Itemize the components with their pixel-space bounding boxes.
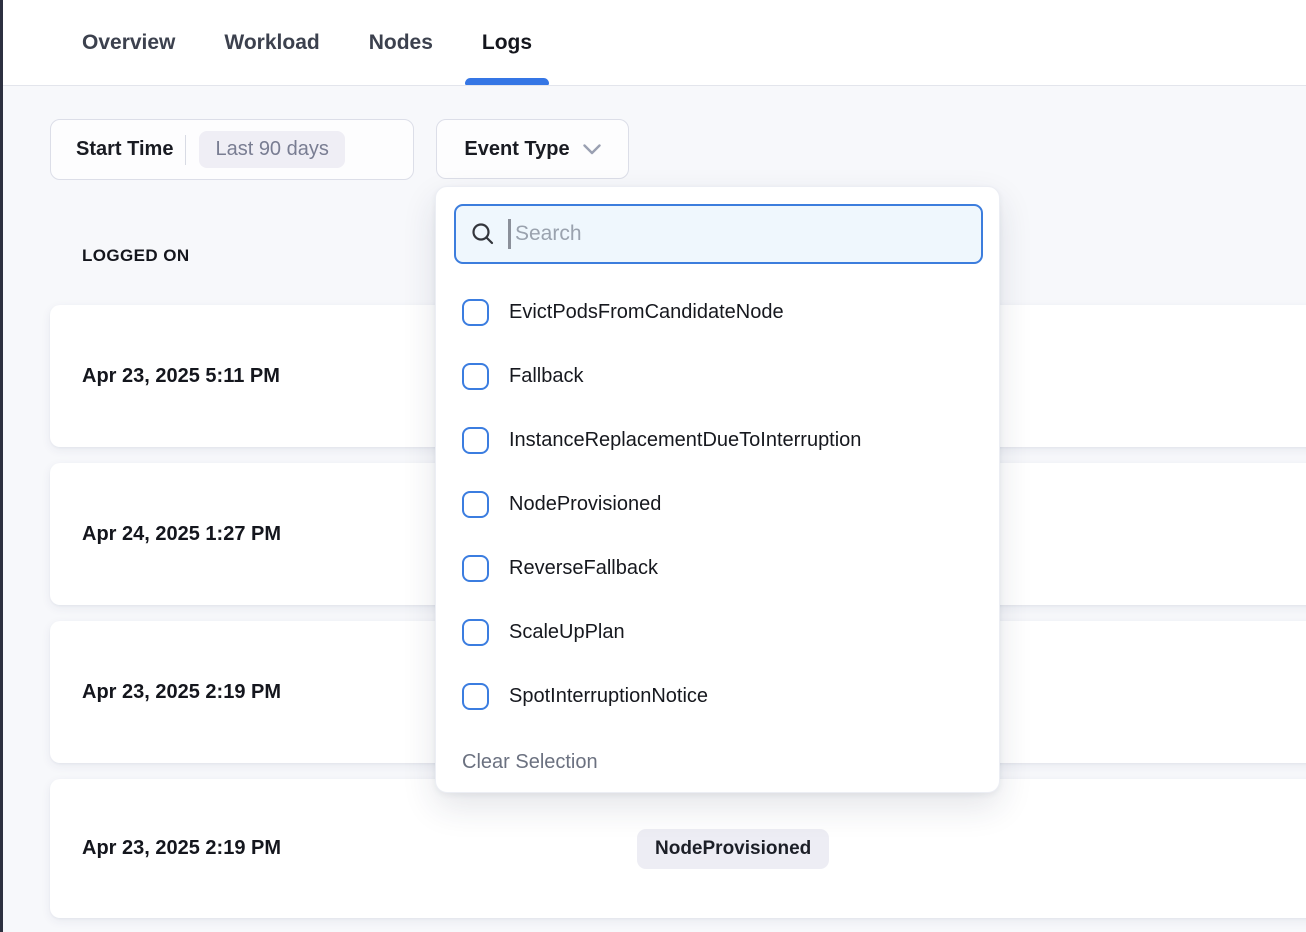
- text-cursor: [508, 219, 511, 249]
- tab-bar: Overview Workload Nodes Logs: [3, 0, 1306, 86]
- dropdown-search-box[interactable]: [454, 204, 983, 264]
- option-label: Fallback: [509, 365, 583, 388]
- tab-overview[interactable]: Overview: [82, 0, 175, 85]
- start-time-value: Last 90 days: [199, 131, 344, 168]
- tab-overview-label: Overview: [82, 31, 175, 55]
- option-reverse-fallback[interactable]: ReverseFallback: [436, 536, 999, 600]
- option-label: InstanceReplacementDueToInterruption: [509, 429, 861, 452]
- side-panel-edge: [0, 0, 3, 932]
- event-type-label: Event Type: [464, 138, 569, 161]
- search-input[interactable]: [513, 221, 967, 247]
- event-type-filter-button[interactable]: Event Type: [436, 119, 629, 179]
- logged-on-timestamp: Apr 23, 2025 5:11 PM: [82, 365, 280, 388]
- checkbox[interactable]: [462, 363, 489, 390]
- logs-page: Overview Workload Nodes Logs Start Time …: [0, 0, 1306, 932]
- start-time-filter-button[interactable]: Start Time Last 90 days: [50, 119, 414, 180]
- tab-logs-label: Logs: [482, 31, 532, 55]
- option-fallback[interactable]: Fallback: [436, 344, 999, 408]
- column-header-logged-on: LOGGED ON: [82, 246, 190, 266]
- checkbox[interactable]: [462, 619, 489, 646]
- logged-on-timestamp: Apr 23, 2025 2:19 PM: [82, 837, 281, 860]
- filter-divider: [185, 135, 186, 165]
- option-node-provisioned[interactable]: NodeProvisioned: [436, 472, 999, 536]
- tab-nodes[interactable]: Nodes: [369, 0, 433, 85]
- event-type-badge: NodeProvisioned: [637, 829, 829, 869]
- option-label: ReverseFallback: [509, 557, 658, 580]
- option-scale-up-plan[interactable]: ScaleUpPlan: [436, 600, 999, 664]
- option-label: NodeProvisioned: [509, 493, 661, 516]
- checkbox[interactable]: [462, 491, 489, 518]
- option-evict-pods-from-candidate-node[interactable]: EvictPodsFromCandidateNode: [436, 280, 999, 344]
- checkbox[interactable]: [462, 427, 489, 454]
- chevron-down-icon: [583, 144, 601, 155]
- clear-selection-button[interactable]: Clear Selection: [462, 751, 598, 774]
- event-type-dropdown-panel: EvictPodsFromCandidateNode Fallback Inst…: [435, 186, 1000, 793]
- tab-workload-label: Workload: [224, 31, 319, 55]
- option-spot-interruption-notice[interactable]: SpotInterruptionNotice: [436, 664, 999, 728]
- active-tab-indicator: [465, 78, 549, 85]
- search-icon: [470, 221, 496, 247]
- logged-on-timestamp: Apr 23, 2025 2:19 PM: [82, 681, 281, 704]
- checkbox[interactable]: [462, 299, 489, 326]
- option-instance-replacement-due-to-interruption[interactable]: InstanceReplacementDueToInterruption: [436, 408, 999, 472]
- option-label: SpotInterruptionNotice: [509, 685, 708, 708]
- tab-nodes-label: Nodes: [369, 31, 433, 55]
- option-label: ScaleUpPlan: [509, 621, 625, 644]
- checkbox[interactable]: [462, 683, 489, 710]
- start-time-label: Start Time: [76, 138, 173, 161]
- checkbox[interactable]: [462, 555, 489, 582]
- tab-logs[interactable]: Logs: [482, 0, 532, 85]
- logged-on-timestamp: Apr 24, 2025 1:27 PM: [82, 523, 281, 546]
- tab-workload[interactable]: Workload: [224, 0, 319, 85]
- option-label: EvictPodsFromCandidateNode: [509, 301, 784, 324]
- table-row: Apr 23, 2025 2:19 PM NodeProvisioned: [50, 779, 1306, 918]
